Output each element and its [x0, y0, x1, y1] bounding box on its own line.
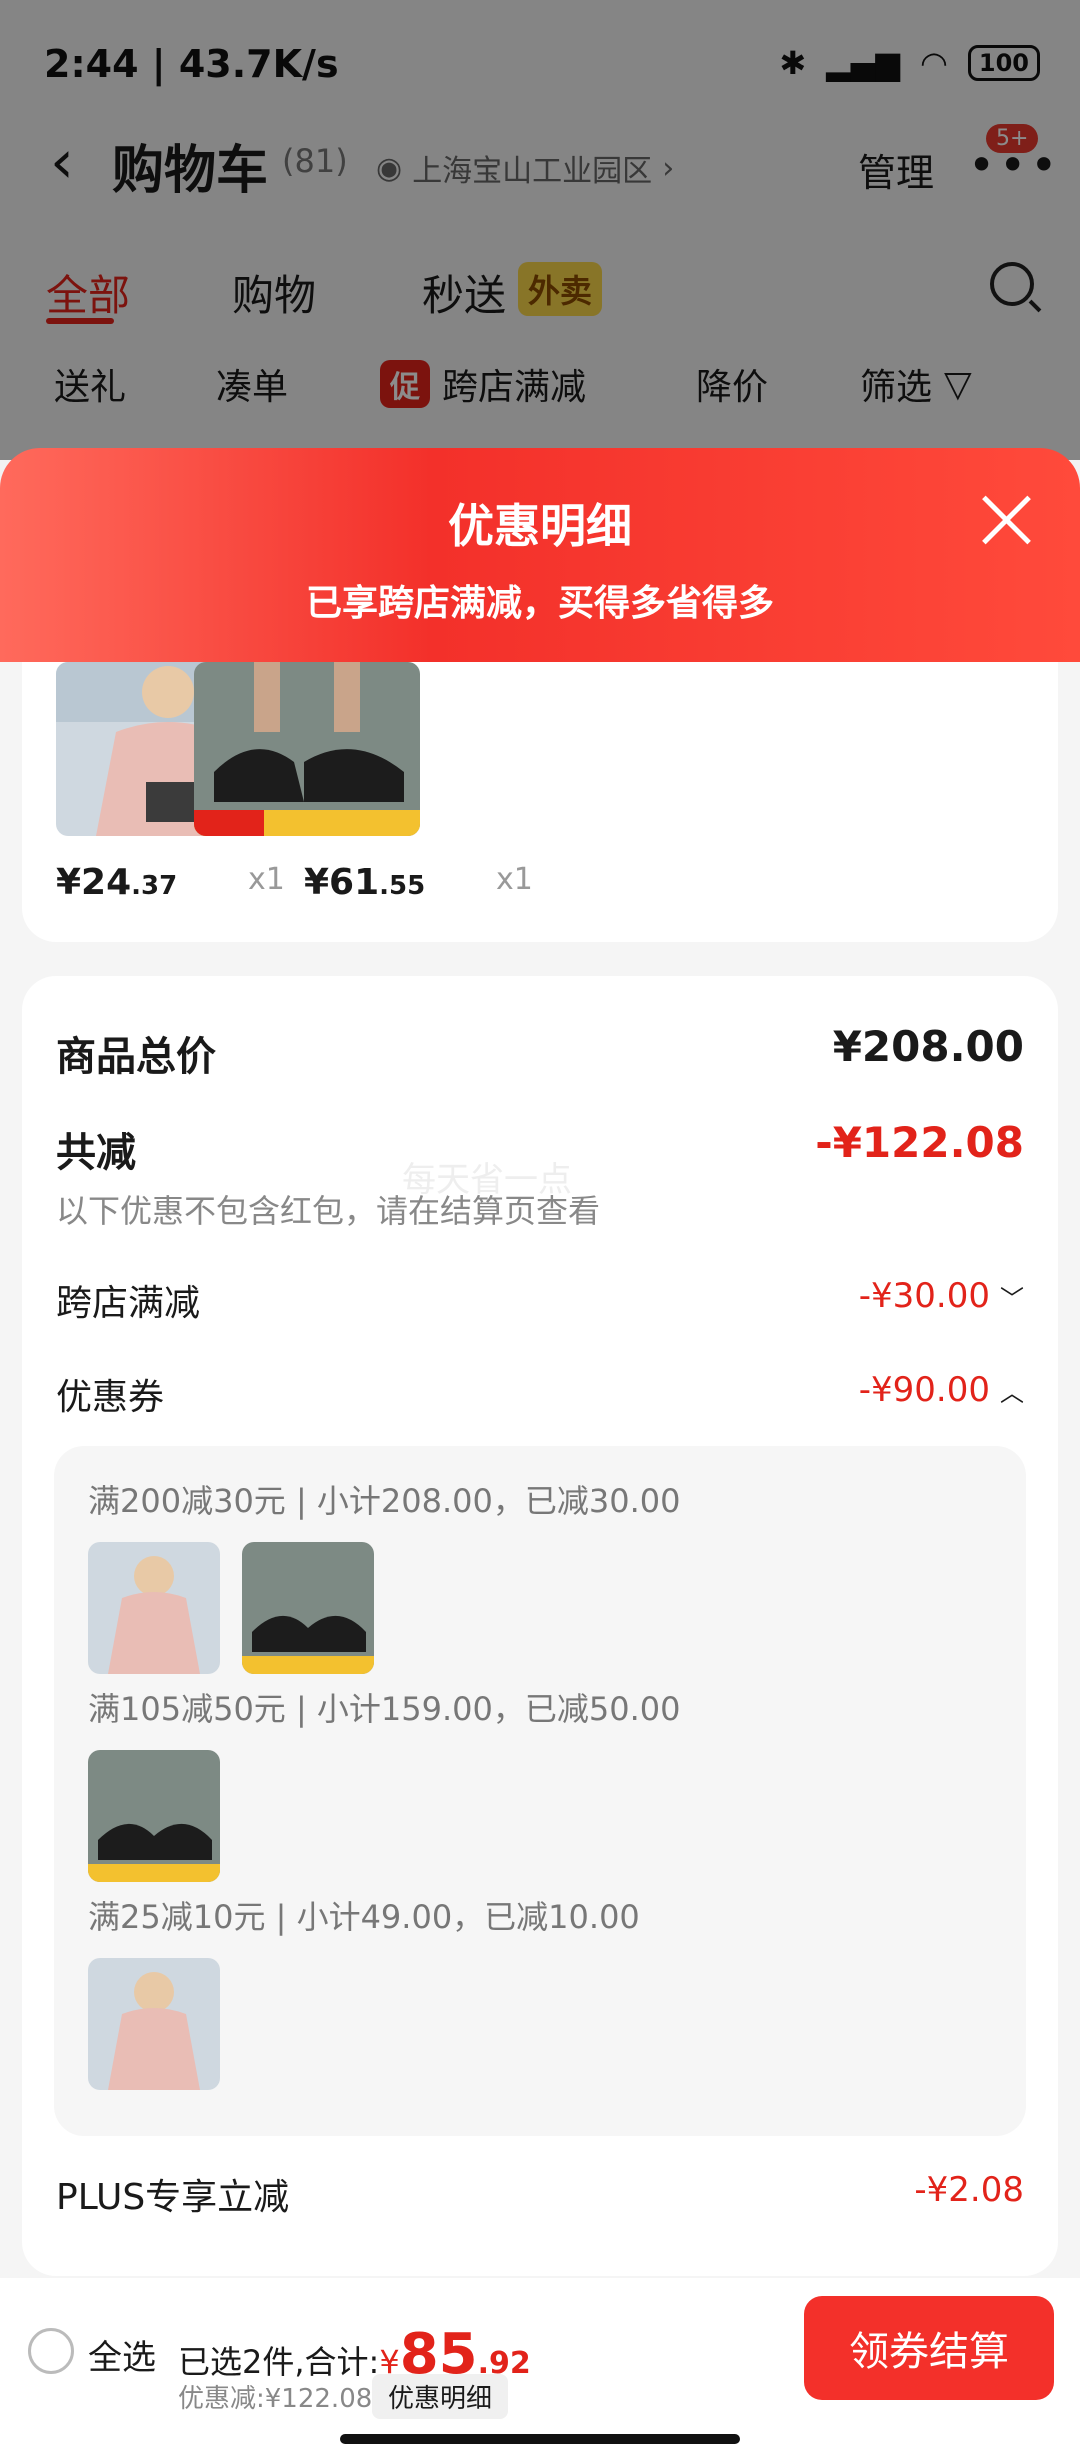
discount-sheet-body[interactable]: ¥24.37 x1 ¥61.55 x1 商品总价 ¥208.00 共减 -¥12… [0, 662, 1080, 2278]
cross-store-row[interactable]: -¥30.00 ﹀ [859, 1276, 1024, 1316]
dim-overlay[interactable] [0, 0, 1080, 460]
coupon-label: 优惠券 [56, 1377, 165, 1418]
product-qty: x1 [248, 862, 285, 897]
tier-thumb-hoodie [88, 1958, 220, 2090]
home-indicator[interactable] [340, 2434, 740, 2444]
reduce-label: 共减 [56, 1130, 136, 1176]
select-all-label[interactable]: 全选 [88, 2330, 156, 2379]
reduce-value: -¥122.08 [815, 1118, 1024, 1167]
discount-note: 以下优惠不包含红包，请在结算页查看 [56, 1192, 601, 1230]
discount-sheet-header: 优惠明细 已享跨店满减，买得多省得多 [0, 448, 1080, 662]
total-label: 商品总价 [56, 1034, 216, 1080]
coupon-tier: 满105减50元 | 小计159.00，已减50.00 [88, 1690, 681, 1728]
coupon-value: -¥90.00 [858, 1370, 990, 1410]
checkout-bar: 全选 已选2件,合计:¥85.92 优惠减:¥122.08 优惠明细 领券结算 [0, 2278, 1080, 2460]
cross-store-value: -¥30.00 [858, 1276, 990, 1316]
product-card: ¥24.37 x1 ¥61.55 x1 [22, 662, 1058, 942]
coupon-row[interactable]: -¥90.00 ︿ [859, 1370, 1024, 1410]
product-thumb-shoes[interactable] [194, 662, 420, 836]
coupon-tier: 满200减30元 | 小计208.00，已减30.00 [88, 1482, 681, 1520]
total-value: ¥208.00 [832, 1022, 1024, 1071]
discount-summary-card: 商品总价 ¥208.00 共减 -¥122.08 每天省一点 以下优惠不包含红包… [22, 976, 1058, 2276]
cross-store-label: 跨店满减 [56, 1283, 201, 1324]
chevron-up-icon: ︿ [1000, 1378, 1024, 1407]
coupon-detail-box: 满200减30元 | 小计208.00，已减30.00 满105减50元 | 小… [54, 1446, 1026, 2136]
coupon-tier: 满25减10元 | 小计49.00，已减10.00 [88, 1898, 640, 1936]
sheet-subtitle: 已享跨店满减，买得多省得多 [305, 583, 774, 624]
plus-label: PLUS专享立减 [56, 2177, 290, 2218]
product-qty: x1 [496, 862, 533, 897]
close-icon[interactable] [978, 492, 1034, 548]
select-all-radio[interactable] [28, 2328, 74, 2374]
plus-value: -¥2.08 [914, 2170, 1024, 2210]
sheet-title: 优惠明细 [448, 499, 632, 553]
tier-thumb-shoes [242, 1542, 374, 1674]
checkout-button[interactable]: 领券结算 [804, 2296, 1054, 2400]
product-price: ¥61.55 [304, 862, 426, 903]
tier-thumb-shoes [88, 1750, 220, 1882]
chevron-down-icon: ﹀ [1000, 1284, 1024, 1313]
discount-amount: 优惠减:¥122.08 [178, 2384, 373, 2414]
tier-thumb-hoodie [88, 1542, 220, 1674]
discount-detail-button[interactable]: 优惠明细 [372, 2374, 509, 2419]
product-price: ¥24.37 [56, 862, 178, 903]
